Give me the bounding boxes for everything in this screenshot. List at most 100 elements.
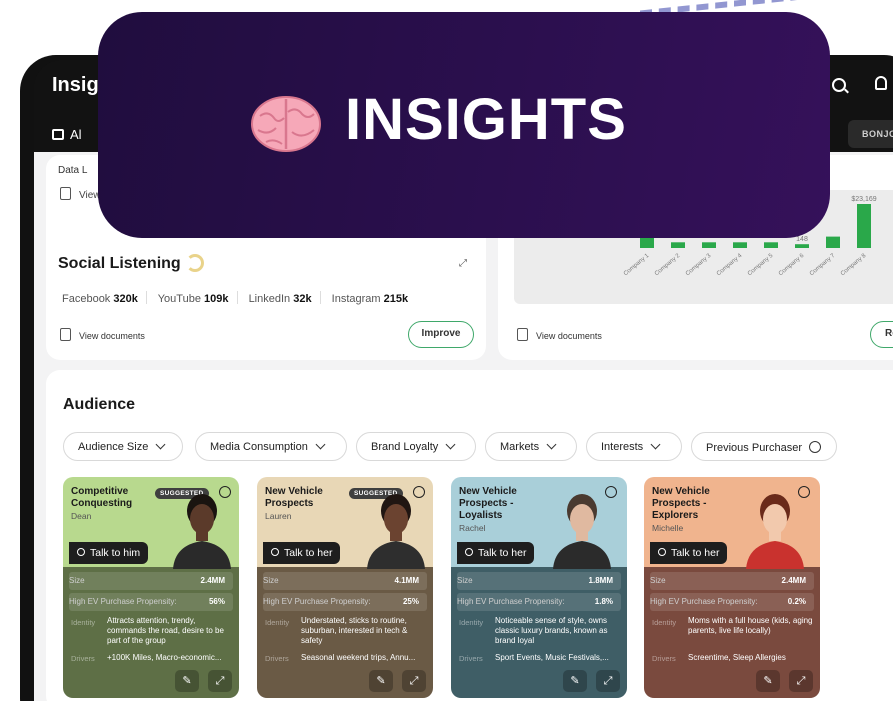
persona-segment-name: New Vehicle Prospects - Explorers (652, 486, 710, 521)
tab-all[interactable]: Al (52, 127, 82, 142)
expand-icon[interactable]: ⤢ (208, 670, 232, 692)
filter-audience-size[interactable]: Audience Size (63, 432, 183, 461)
chart-bar (795, 244, 809, 248)
drivers-text: Screentime, Sleep Allergies (688, 653, 786, 662)
edit-icon[interactable]: ✎ (369, 670, 393, 692)
brand-tab[interactable]: BONJO (848, 120, 893, 148)
talk-to-persona-button[interactable]: Talk to him (69, 542, 149, 564)
person-icon (271, 548, 279, 556)
social-listening-title: Social Listening (58, 255, 181, 272)
bag-icon (52, 129, 64, 140)
size-row: Size 2.4MM (69, 576, 231, 585)
chart-action-button[interactable]: Re (870, 321, 893, 348)
person-icon (465, 548, 473, 556)
persona-card[interactable]: New Vehicle Prospects - Loyalists Rachel… (451, 477, 627, 698)
persona-name: Lauren (265, 511, 292, 521)
data-tab[interactable]: Data L (58, 165, 87, 176)
drivers-label: Drivers (652, 654, 676, 663)
improve-button[interactable]: Improve (408, 321, 474, 348)
view-documents-link[interactable]: View documents (60, 328, 145, 341)
size-value: 2.4MM (200, 576, 225, 585)
filter-brand-loyalty[interactable]: Brand Loyalty (356, 432, 476, 461)
select-radio[interactable] (219, 486, 231, 498)
banner-title: INSIGHTS (345, 87, 627, 152)
talk-to-persona-button[interactable]: Talk to her (263, 542, 341, 564)
document-icon (60, 328, 71, 341)
person-icon (658, 548, 666, 556)
drivers-text: Sport Events, Music Festivals,... (495, 653, 609, 662)
edit-icon[interactable]: ✎ (563, 670, 587, 692)
expand-icon[interactable]: ⤢ (596, 670, 620, 692)
talk-label: Talk to him (90, 547, 141, 559)
person-icon (77, 548, 85, 556)
chevron-down-icon (650, 439, 661, 450)
edit-icon[interactable]: ✎ (756, 670, 780, 692)
size-row: Size 1.8MM (457, 576, 619, 585)
app-logo[interactable]: Insig (52, 74, 99, 97)
chevron-down-icon (155, 439, 166, 450)
stat-value: 32k (293, 293, 312, 305)
brain-icon (251, 96, 321, 152)
select-radio[interactable] (605, 486, 617, 498)
expand-icon[interactable]: ⤢ (402, 670, 426, 692)
identity-text: Understated, sticks to routine, suburban… (301, 616, 408, 645)
expand-icon[interactable]: ⤢ (789, 670, 813, 692)
filter-markets[interactable]: Markets (485, 432, 577, 461)
talk-label: Talk to her (671, 547, 720, 559)
persona-card[interactable]: New Vehicle Prospects Lauren SUGGESTED T… (257, 477, 433, 698)
view-documents-label: View documents (79, 331, 145, 341)
stat-platform: Instagram (331, 293, 381, 305)
identity-label: Identity (265, 618, 290, 627)
chart-tick-label: Company 8 (840, 253, 868, 278)
chart-bar (857, 204, 871, 248)
expand-icon[interactable]: ⤢ (459, 258, 471, 270)
filter-label: Brand Loyalty (371, 441, 439, 453)
identity-text: Attracts attention, trendy, commands the… (107, 616, 224, 645)
filter-label: Audience Size (78, 441, 149, 453)
propensity-value: 0.2% (787, 597, 806, 606)
stat-platform: LinkedIn (248, 293, 291, 305)
size-value: 4.1MM (394, 576, 419, 585)
filter-interests[interactable]: Interests (586, 432, 682, 461)
document-icon (60, 187, 71, 200)
talk-to-persona-button[interactable]: Talk to her (457, 542, 535, 564)
filter-media-consumption[interactable]: Media Consumption (195, 432, 347, 461)
propensity-label: High EV Purchase Propensity: (457, 597, 565, 606)
drivers-text: Seasonal weekend trips, Annu... (301, 653, 416, 662)
persona-card[interactable]: New Vehicle Prospects - Explorers Michel… (644, 477, 820, 698)
chevron-down-icon (315, 439, 326, 450)
chart-bar (733, 242, 747, 248)
audience-title: Audience (63, 396, 136, 413)
propensity-value: 1.8% (594, 597, 613, 606)
edit-icon[interactable]: ✎ (175, 670, 199, 692)
chart-bar (702, 242, 716, 248)
search-icon[interactable] (832, 78, 846, 92)
stat-value: 109k (204, 293, 229, 305)
propensity-label: High EV Purchase Propensity: (650, 597, 758, 606)
select-radio[interactable] (798, 486, 810, 498)
size-label: Size (69, 576, 85, 585)
loading-spinner-icon (186, 254, 204, 272)
drivers-label: Drivers (459, 654, 483, 663)
identity-label: Identity (652, 618, 677, 627)
talk-label: Talk to her (478, 547, 527, 559)
select-radio[interactable] (413, 486, 425, 498)
persona-portrait (553, 494, 611, 569)
persona-name: Michelle (652, 523, 684, 533)
bell-icon[interactable] (875, 76, 887, 90)
propensity-row: High EV Purchase Propensity: 0.2% (650, 597, 812, 606)
filter-label: Markets (500, 441, 540, 453)
persona-card[interactable]: Competitive Conquesting Dean SUGGESTED T… (63, 477, 239, 698)
filter-label: Media Consumption (210, 441, 308, 453)
view-documents-link-chart[interactable]: View documents (517, 328, 602, 341)
filter-previous-purchaser[interactable]: Previous Purchaser (691, 432, 837, 461)
chart-tick-label: Company 4 (716, 253, 744, 278)
persona-portrait (173, 494, 231, 569)
view-link-top[interactable]: View (60, 187, 101, 201)
talk-to-persona-button[interactable]: Talk to her (650, 542, 728, 564)
identity-label: Identity (71, 618, 96, 627)
persona-portrait (746, 494, 804, 569)
size-row: Size 2.4MM (650, 576, 812, 585)
social-stats: Facebook 320k YouTube 109k LinkedIn 32k … (62, 291, 408, 305)
identity-text: Moms with a full house (kids, aging pare… (688, 616, 813, 635)
